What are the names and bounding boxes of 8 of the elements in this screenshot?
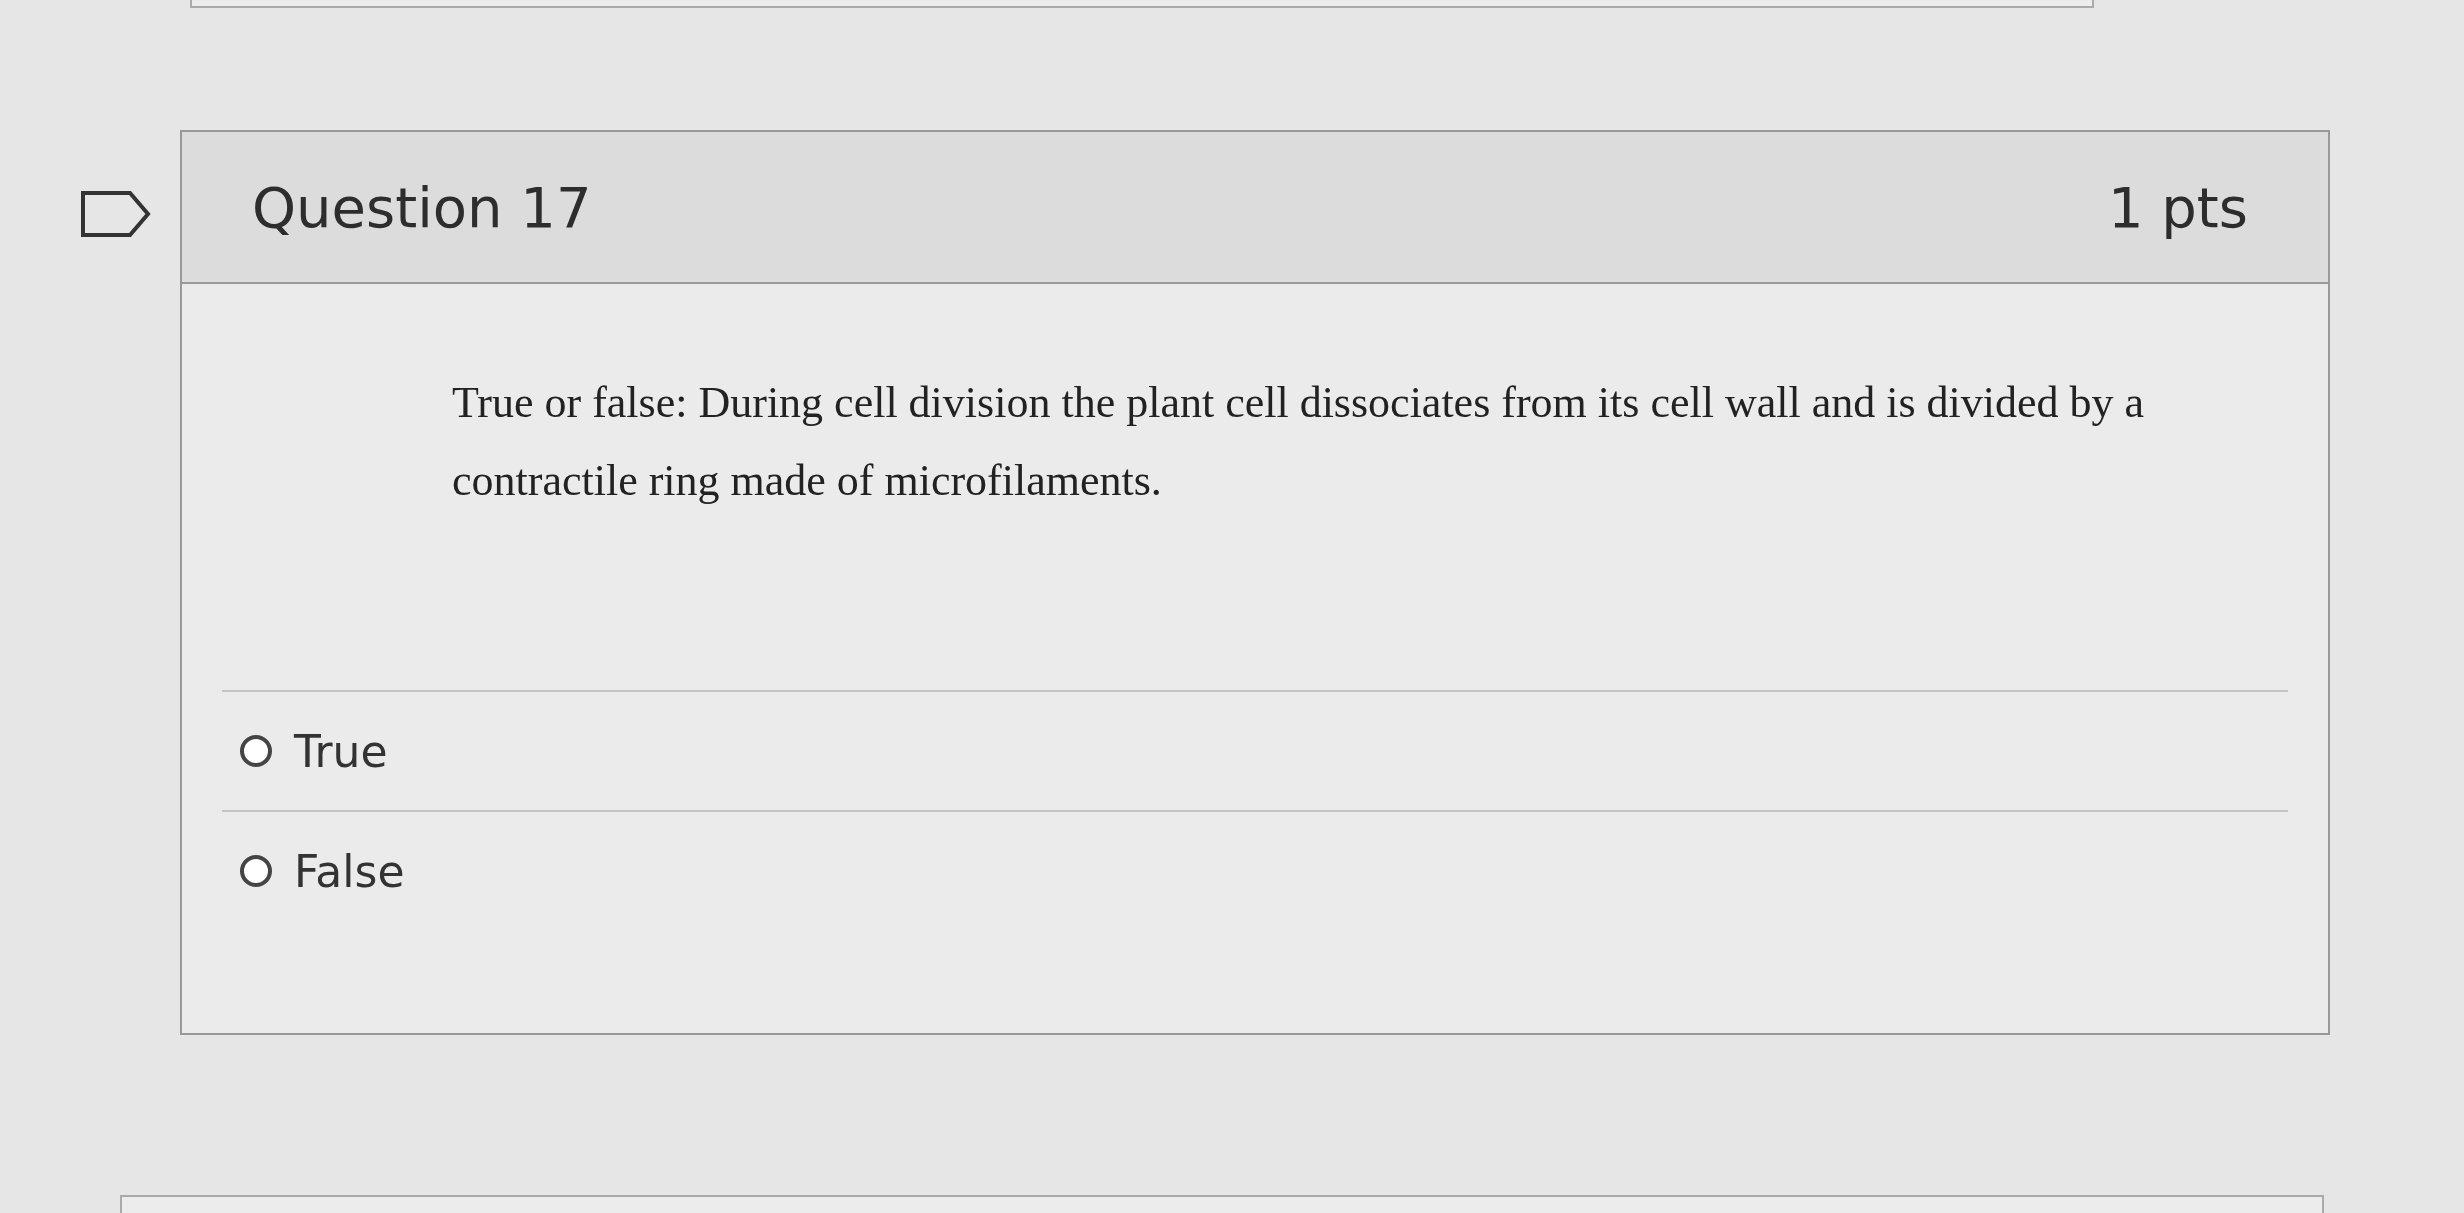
question-text: True or false: During cell division the plant cell dissociates from its cell wall and is divided by a contractile ring made of microfilaments. bbox=[452, 377, 2146, 507]
radio-button[interactable] bbox=[240, 855, 272, 887]
answer-label[interactable]: False bbox=[294, 845, 405, 897]
points-label: 1 pts bbox=[2107, 174, 2248, 240]
answer-label[interactable]: True bbox=[294, 725, 388, 777]
radio-button[interactable] bbox=[240, 735, 272, 767]
flag-icon[interactable] bbox=[80, 190, 152, 238]
question-title: Question 17 bbox=[252, 174, 592, 240]
